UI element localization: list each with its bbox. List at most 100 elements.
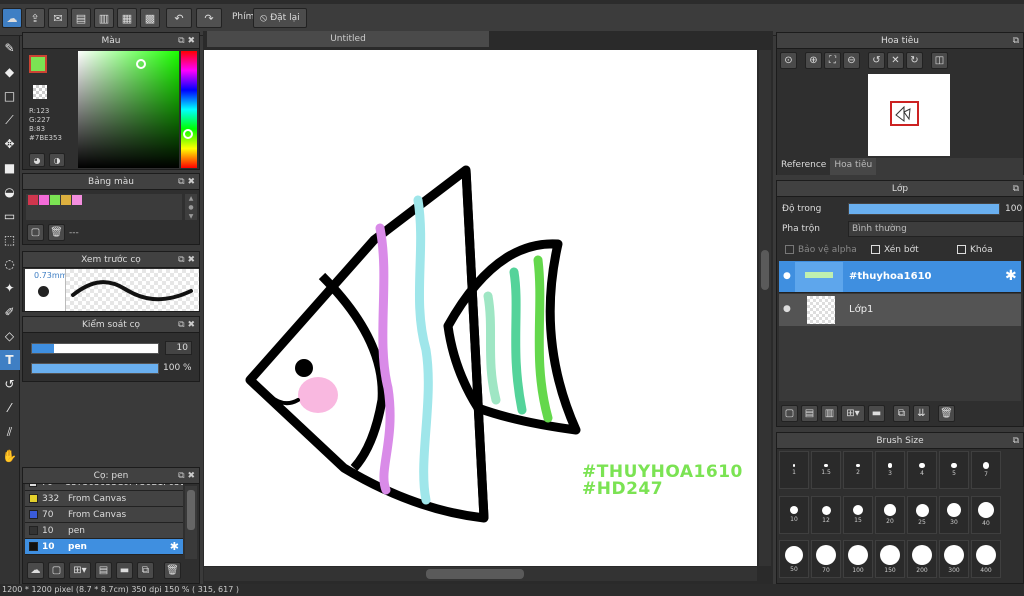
panel-close-icon[interactable]: ⧉ ✖ — [178, 468, 195, 484]
share-icon[interactable]: ⇪ — [25, 8, 45, 28]
cloud-icon[interactable]: ☁ — [2, 8, 22, 28]
palette-swatch[interactable] — [72, 195, 82, 205]
panel-close-icon[interactable]: ⧉ ✖ — [178, 33, 195, 49]
layer-row[interactable]: ● #thuyhoa1610 ✱ — [779, 261, 1021, 293]
add-brush-icon[interactable]: ⊞▾ — [69, 562, 91, 579]
palette-swatch[interactable] — [61, 195, 71, 205]
select-eraser-tool-icon[interactable]: ◇ — [0, 326, 20, 346]
secondary-color-swatch[interactable] — [33, 85, 47, 99]
canvas-horizontal-scrollbar[interactable] — [204, 567, 757, 581]
brush-settings-icon[interactable]: ▤ — [95, 562, 112, 579]
protect-alpha-checkbox[interactable]: Bảo vệ alpha — [785, 245, 857, 255]
visibility-icon[interactable]: ● — [783, 304, 791, 314]
hand-tool-icon[interactable]: ✋ — [0, 446, 20, 466]
blend-mode-select[interactable]: Bình thường — [848, 221, 1024, 237]
rotate-right-icon[interactable]: ↻ — [906, 52, 923, 69]
eyedropper-tool-icon[interactable]: ⁄ — [0, 398, 20, 418]
palette-swatch[interactable] — [28, 195, 38, 205]
brush-list-item[interactable]: 10 pen — [25, 523, 183, 539]
layer-folder-icon[interactable]: ▬ — [868, 405, 885, 422]
layer-row[interactable]: ● Lớp1 — [779, 294, 1021, 326]
document-icon[interactable]: ▥ — [94, 8, 114, 28]
palette-swatch[interactable] — [50, 195, 60, 205]
reset-button[interactable]: ⦸ Đặt lại — [253, 8, 307, 28]
saturation-value-picker[interactable] — [78, 51, 179, 168]
current-color-swatch[interactable] — [29, 55, 47, 73]
brush-size-cell[interactable]: 200 — [907, 540, 937, 579]
brush-size-cell[interactable]: 15 — [843, 495, 873, 534]
layer-opacity-slider[interactable] — [848, 203, 1000, 215]
brush-cloud-icon[interactable]: ☁ — [27, 562, 44, 579]
undo-button[interactable]: ↶ — [166, 8, 192, 28]
merge-layer-icon[interactable]: ⇊ — [913, 405, 930, 422]
delete-brush-icon[interactable]: 🗑 — [164, 562, 181, 579]
lock-checkbox[interactable]: Khóa — [957, 245, 993, 255]
bucket-tool-icon[interactable]: ◒ — [0, 182, 20, 202]
brush-size-cell[interactable]: 50 — [779, 540, 809, 579]
panel-close-icon[interactable]: ⧉ — [1013, 433, 1019, 449]
line-tool-icon[interactable]: ⟋ — [0, 110, 20, 130]
panel-close-icon[interactable]: ⧉ ✖ — [178, 252, 195, 268]
fill-rect-tool-icon[interactable]: ■ — [0, 158, 20, 178]
layout-icon[interactable]: ▦ — [117, 8, 137, 28]
canvas-vertical-scrollbar[interactable] — [759, 50, 771, 566]
brush-size-cell[interactable]: 12 — [811, 495, 841, 534]
zoom-in-icon[interactable]: ⊕ — [805, 52, 822, 69]
comment-icon[interactable]: ✉ — [48, 8, 68, 28]
rotate-left-icon[interactable]: ↺ — [868, 52, 885, 69]
brush-tool-icon[interactable]: ✎ — [0, 38, 20, 58]
tab-navigator[interactable]: Hoa tiêu — [830, 158, 877, 175]
brush-size-cell[interactable]: 100 — [843, 540, 873, 579]
eraser-tool-icon[interactable]: ◆ — [0, 62, 20, 82]
clipping-checkbox[interactable]: Xén bớt — [871, 245, 919, 255]
brush-size-cell[interactable]: 30 — [939, 495, 969, 534]
brush-list-item[interactable]: 70 357505053C0F750B1F051... — [25, 484, 183, 491]
brush-size-cell[interactable]: 300 — [939, 540, 969, 579]
new-8bit-layer-icon[interactable]: ▤ — [801, 405, 818, 422]
brush-size-cell[interactable]: 40 — [971, 495, 1001, 534]
hue-slider[interactable] — [181, 51, 197, 168]
navigator-thumbnail[interactable] — [868, 74, 950, 156]
move-tool-icon[interactable]: ✥ — [0, 134, 20, 154]
delete-layer-icon[interactable]: 🗑 — [938, 405, 955, 422]
new-brush-icon[interactable]: ▢ — [48, 562, 65, 579]
palette-scroll[interactable]: ▲ ● ▼ — [185, 194, 197, 220]
brush-size-input[interactable]: 10 — [165, 341, 192, 355]
brush-list-item[interactable]: 10 pen ✱ — [25, 539, 183, 555]
brush-size-cell[interactable]: 3 — [875, 451, 905, 489]
panel-close-icon[interactable]: ⧉ ✖ — [178, 174, 195, 190]
reset-view-icon[interactable]: ✕ — [887, 52, 904, 69]
text-tool-icon[interactable]: T — [0, 350, 20, 370]
panel-close-icon[interactable]: ⧉ — [1013, 33, 1019, 49]
brush-size-slider[interactable] — [31, 343, 159, 354]
lasso-tool-icon[interactable]: ◌ — [0, 254, 20, 274]
new-palette-icon[interactable]: ▢ — [27, 224, 44, 241]
brush-folder-icon[interactable]: ▬ — [116, 562, 133, 579]
layer-settings-gear-icon[interactable]: ✱ — [1005, 268, 1017, 284]
brush-size-cell[interactable]: 70 — [811, 540, 841, 579]
sv-picker-cursor[interactable] — [136, 59, 146, 69]
message-icon[interactable]: ▤ — [71, 8, 91, 28]
brush-size-cell[interactable]: 7 — [971, 451, 1001, 489]
visibility-icon[interactable]: ● — [783, 271, 791, 281]
grid-icon[interactable]: ▩ — [140, 8, 160, 28]
select-rect-tool-icon[interactable]: ⬚ — [0, 230, 20, 250]
brush-size-cell[interactable]: 4 — [907, 451, 937, 489]
new-1bit-layer-icon[interactable]: ▥ — [821, 405, 838, 422]
color-wheel-icon[interactable]: ◑ — [49, 153, 65, 167]
brush-size-cell[interactable]: 20 — [875, 495, 905, 534]
zoom-out-icon[interactable]: ⊖ — [843, 52, 860, 69]
panel-close-icon[interactable]: ⧉ — [1013, 181, 1019, 197]
brush-size-cell[interactable]: 10 — [779, 495, 809, 534]
brush-settings-gear-icon[interactable]: ✱ — [170, 540, 179, 553]
rectangle-tool-icon[interactable]: □ — [0, 86, 20, 106]
operation-tool-icon[interactable]: ↺ — [0, 374, 20, 394]
brush-list-scrollbar[interactable] — [185, 486, 197, 559]
copy-brush-icon[interactable]: ⧉ — [137, 562, 154, 579]
brush-size-cell[interactable]: 1 — [779, 451, 809, 489]
magic-wand-tool-icon[interactable]: ✦ — [0, 278, 20, 298]
brush-size-cell[interactable]: 1.5 — [811, 451, 841, 489]
palette-icon[interactable]: ◕ — [29, 153, 45, 167]
brush-size-cell[interactable]: 5 — [939, 451, 969, 489]
hue-slider-cursor[interactable] — [183, 129, 193, 139]
